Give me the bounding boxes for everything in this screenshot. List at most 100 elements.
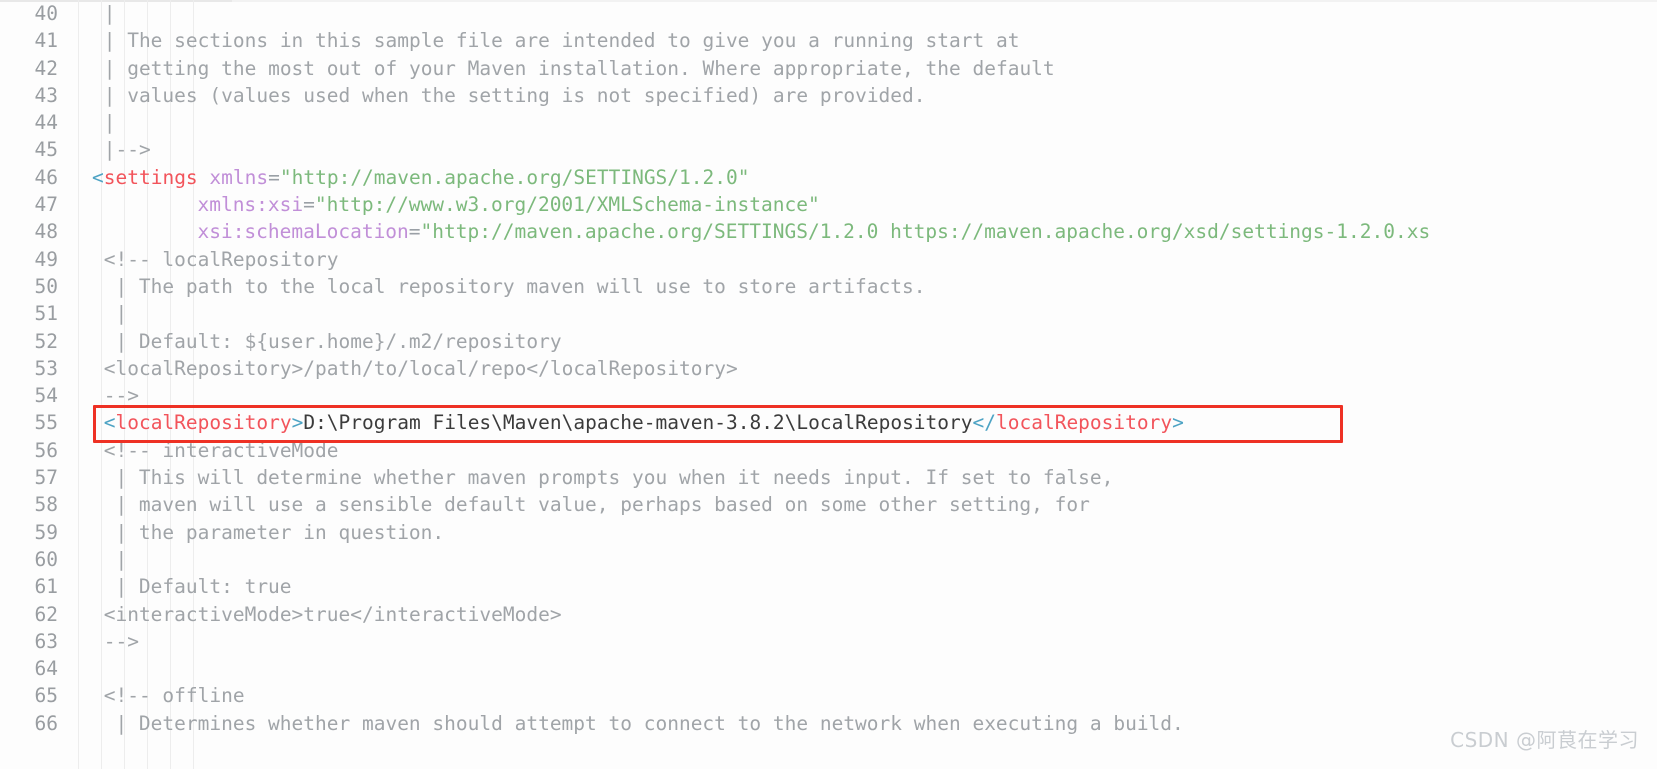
- code-line-content: | values (values used when the setting i…: [104, 82, 926, 109]
- code-token: | getting the most out of your Maven ins…: [103, 56, 1055, 80]
- code-line[interactable]: 41 | The sections in this sample file are…: [0, 27, 1657, 54]
- code-line[interactable]: 47 xmlns:xsi="http://www.w3.org/2001/XMLS…: [0, 191, 1657, 218]
- line-number: 40: [34, 2, 58, 25]
- line-number: 41: [34, 29, 58, 53]
- code-line-content: | getting the most out of your Maven ins…: [104, 55, 1055, 82]
- code-token: | Determines whether maven should attemp…: [115, 711, 1184, 735]
- line-number: 53: [34, 356, 58, 380]
- code-line-content: <!-- interactiveMode: [104, 437, 339, 464]
- code-line[interactable]: 57 | This will determine whether maven pr…: [0, 464, 1657, 491]
- code-token: | The sections in this sample file are i…: [103, 29, 1020, 53]
- code-line[interactable]: 58 | maven will use a sensible default va…: [0, 491, 1657, 518]
- code-line[interactable]: 66 | Determines whether maven should atte…: [0, 710, 1657, 737]
- code-token: |: [103, 111, 116, 135]
- code-line[interactable]: 50 | The path to the local repository mav…: [0, 273, 1657, 300]
- code-line[interactable]: 49 <!-- localRepository: [0, 246, 1657, 273]
- code-line-content: | Determines whether maven should attemp…: [115, 710, 1183, 737]
- code-line-content: | the parameter in question.: [115, 519, 444, 546]
- code-token: <interactiveMode>true</interactiveMode>: [103, 602, 562, 626]
- code-token: <!-- interactiveMode: [103, 438, 339, 462]
- line-number: 64: [34, 657, 58, 681]
- code-line[interactable]: 56 <!-- interactiveMode: [0, 437, 1657, 464]
- code-line[interactable]: 52 | Default: ${user.home}/.m2/repository: [0, 328, 1657, 355]
- code-line[interactable]: 64: [0, 655, 1657, 682]
- code-line-content: |: [104, 109, 116, 136]
- code-line-content: xsi:schemaLocation="http://maven.apache.…: [197, 218, 1430, 245]
- code-token: -->: [103, 384, 139, 408]
- code-token: | values (values used when the setting i…: [103, 83, 926, 107]
- code-line[interactable]: 45 |-->: [0, 136, 1657, 163]
- code-line-content: | maven will use a sensible default valu…: [115, 491, 1089, 518]
- code-line[interactable]: 51 |: [0, 300, 1657, 327]
- code-token: xmlns:xsi: [197, 193, 304, 217]
- code-line[interactable]: 62 <interactiveMode>true</interactiveMode…: [0, 601, 1657, 628]
- code-line[interactable]: 44 |: [0, 109, 1657, 136]
- line-number: 46: [34, 165, 58, 189]
- code-token: |: [103, 2, 116, 25]
- code-line[interactable]: 61 | Default: true: [0, 573, 1657, 600]
- code-line-content: | The path to the local repository maven…: [115, 273, 925, 300]
- code-line-content: |: [104, 0, 116, 27]
- code-line-content: | The sections in this sample file are i…: [104, 27, 1020, 54]
- code-token: "http://maven.apache.org/SETTINGS/1.2.0 …: [420, 220, 1431, 244]
- code-token: | The path to the local repository maven…: [115, 274, 926, 298]
- code-line-content: | Default: ${user.home}/.m2/repository: [115, 328, 561, 355]
- code-line[interactable]: 40 |: [0, 0, 1657, 27]
- code-line-content: |: [115, 300, 127, 327]
- code-token: </: [972, 411, 996, 435]
- code-token: xmlns: [209, 165, 269, 189]
- line-number: 65: [34, 684, 58, 708]
- line-number: 57: [34, 466, 58, 490]
- line-number: 61: [34, 575, 58, 599]
- code-token: -->: [103, 629, 139, 653]
- code-line[interactable]: 60 |: [0, 546, 1657, 573]
- code-line[interactable]: 54 -->: [0, 382, 1657, 409]
- code-line-content: | Default: true: [115, 573, 291, 600]
- code-line-content: |: [115, 546, 127, 573]
- code-token: | Default: ${user.home}/.m2/repository: [115, 329, 562, 353]
- line-number: 60: [34, 547, 58, 571]
- line-number: 45: [34, 138, 58, 162]
- code-token: xsi:schemaLocation: [197, 220, 409, 244]
- code-line[interactable]: 63 -->: [0, 628, 1657, 655]
- line-number: 63: [34, 629, 58, 653]
- code-token: "http://www.w3.org/2001/XMLSchema-instan…: [314, 193, 820, 217]
- line-number: 66: [34, 711, 58, 735]
- line-number: 42: [34, 56, 58, 80]
- code-token: <localRepository>/path/to/local/repo</lo…: [103, 356, 738, 380]
- code-line-content: <localRepository>D:\Program Files\Maven\…: [104, 409, 1184, 436]
- code-token: D:\Program Files\Maven\apache-maven-3.8.…: [303, 411, 973, 435]
- code-line[interactable]: 59 | the parameter in question.: [0, 519, 1657, 546]
- code-line[interactable]: 48 xsi:schemaLocation="http://maven.apach…: [0, 218, 1657, 245]
- code-line[interactable]: 43 | values (values used when the setting…: [0, 82, 1657, 109]
- line-number: 58: [34, 493, 58, 517]
- code-line-content: -->: [104, 628, 139, 655]
- code-line-content: -->: [104, 382, 139, 409]
- code-line-content: xmlns:xsi="http://www.w3.org/2001/XMLSch…: [197, 191, 819, 218]
- code-token: "http://maven.apache.org/SETTINGS/1.2.0": [279, 165, 750, 189]
- line-number: 56: [34, 438, 58, 462]
- code-token: settings: [103, 165, 198, 189]
- line-number: 59: [34, 520, 58, 544]
- code-token: =: [268, 165, 280, 189]
- code-token: <!-- localRepository: [103, 247, 339, 271]
- line-number: 54: [34, 384, 58, 408]
- code-token: | the parameter in question.: [115, 520, 445, 544]
- code-token: |-->: [103, 138, 151, 162]
- code-token: >: [291, 411, 304, 435]
- code-editor-viewport[interactable]: 40 | 41 | The sections in this sample file …: [0, 0, 1657, 769]
- code-line-content: <!-- localRepository: [104, 246, 339, 273]
- code-line[interactable]: 53 <localRepository>/path/to/local/repo</…: [0, 355, 1657, 382]
- line-number: 52: [34, 329, 58, 353]
- code-token: | maven will use a sensible default valu…: [115, 493, 1090, 517]
- code-token: localRepository: [996, 411, 1173, 435]
- code-line[interactable]: 65 <!-- offline: [0, 682, 1657, 709]
- code-line[interactable]: 46 <settings xmlns="http://maven.apache.o…: [0, 164, 1657, 191]
- line-number: 48: [34, 220, 58, 244]
- code-token: |: [115, 302, 128, 326]
- line-number: 47: [34, 193, 58, 217]
- code-token: >: [1172, 411, 1184, 435]
- code-line[interactable]: 42 | getting the most out of your Maven i…: [0, 55, 1657, 82]
- code-line[interactable]: 55 <localRepository>D:\Program Files\Mave…: [0, 409, 1657, 436]
